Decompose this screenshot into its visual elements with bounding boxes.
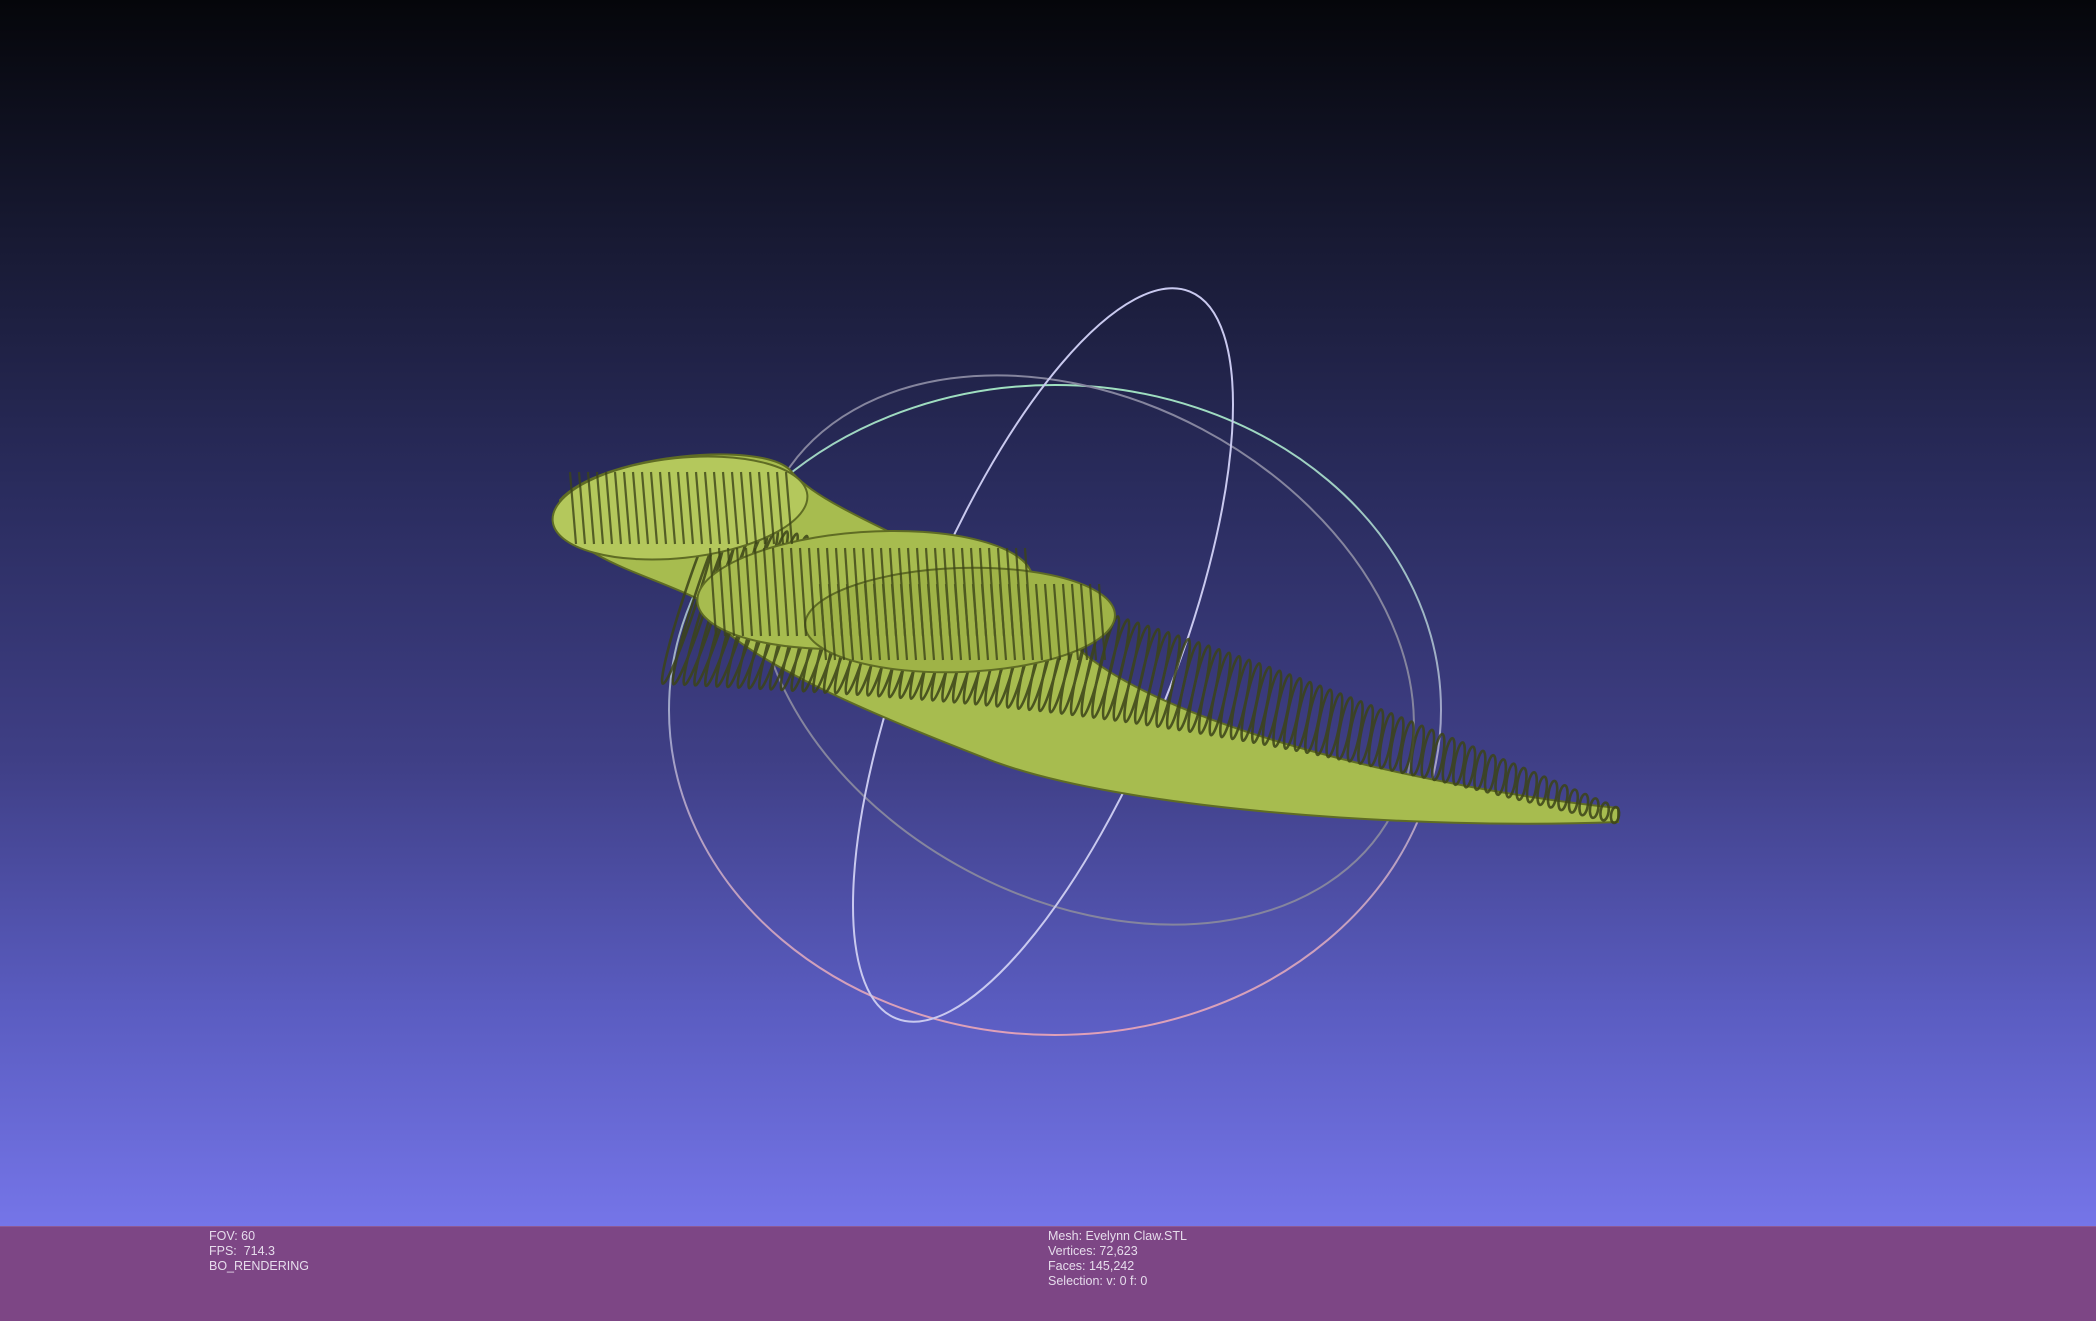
claw-rib — [1282, 677, 1303, 750]
mesh-name-label: Mesh: Evelynn Claw.STL — [1048, 1229, 1187, 1243]
claw-mesh[interactable] — [547, 445, 1621, 825]
mesh-info: Mesh: Evelynn Claw.STL Vertices: 72,623 … — [1048, 1229, 1187, 1289]
fov-label: FOV: 60 — [209, 1229, 256, 1243]
claw-rib — [1335, 696, 1354, 761]
fps-label: FPS: 714.3 — [209, 1244, 276, 1258]
faces-label: Faces: 145,242 — [1048, 1259, 1135, 1273]
status-info-bar: FOV: 60 FPS: 714.3 BO_RENDERING Mesh: Ev… — [0, 1226, 2096, 1321]
claw-rib — [1293, 680, 1313, 753]
claw-rib — [1304, 684, 1324, 755]
3d-viewport[interactable] — [0, 0, 2096, 1226]
render-info: FOV: 60 FPS: 714.3 BO_RENDERING — [209, 1229, 309, 1274]
mesh-scene[interactable] — [0, 0, 2096, 1226]
vertices-label: Vertices: 72,623 — [1048, 1244, 1138, 1258]
claw-rib — [1314, 688, 1334, 757]
claw-rib — [1325, 692, 1344, 759]
selection-label: Selection: v: 0 f: 0 — [1048, 1274, 1148, 1288]
render-mode-label: BO_RENDERING — [209, 1259, 310, 1273]
